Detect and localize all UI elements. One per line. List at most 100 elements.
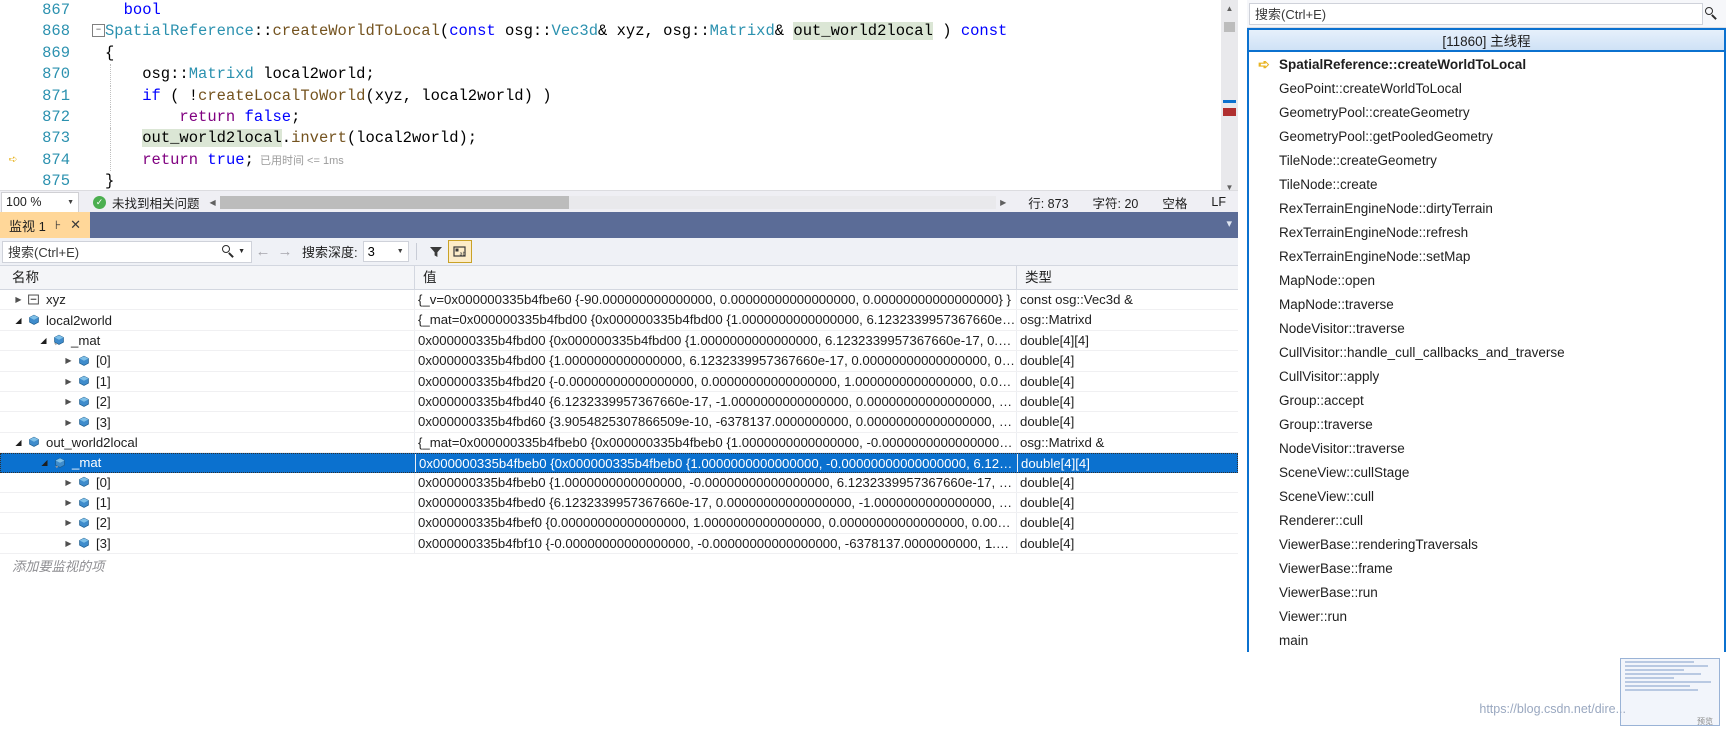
editor-horizontal-scrollbar[interactable]: ◀ ▶ (206, 195, 1011, 210)
code-line[interactable]: 870 osg::Matrixd local2world; (0, 64, 1238, 86)
expander-collapsed-icon[interactable]: ▶ (62, 356, 75, 365)
code-line[interactable]: ➪ 874 return true; 已用时间 <= 1ms (0, 149, 1238, 172)
code-line[interactable]: 868 − SpatialReference::createWorldToLocal… (0, 21, 1238, 42)
expander-collapsed-icon[interactable]: ▶ (12, 295, 25, 304)
expander-expanded-icon[interactable]: ◢ (37, 336, 50, 345)
call-stack-frame[interactable]: RexTerrainEngineNode::refresh (1247, 220, 1726, 244)
expander-collapsed-icon[interactable]: ▶ (62, 377, 75, 386)
fold-toggle-icon[interactable]: − (92, 24, 105, 38)
call-stack-frame[interactable]: ➪ SpatialReference::createWorldToLocal (1247, 52, 1726, 76)
search-depth-selector[interactable]: 3 ▼ (362, 241, 409, 262)
watch-cell-name[interactable]: ▶ [3] (0, 533, 415, 554)
code-line[interactable]: 873 out_world2local.invert(local2world); (0, 128, 1238, 150)
code-line[interactable]: 867 bool (0, 0, 1238, 21)
call-stack-frame[interactable]: TileNode::createGeometry (1247, 148, 1726, 172)
watch-row[interactable]: ◢ _mat 0x000000335b4fbd00 {0x000000335b4fb… (0, 330, 1238, 352)
column-header-value[interactable]: 值 (415, 266, 1017, 289)
hscroll-track[interactable] (219, 195, 997, 209)
expander-expanded-icon[interactable]: ◢ (12, 316, 25, 325)
watch-cell-value[interactable]: {_v=0x000000335b4fbe60 {-90.000000000000… (415, 290, 1017, 310)
scrollbar-thumb[interactable] (1224, 22, 1235, 32)
call-stack-frame[interactable]: Renderer::cull (1247, 508, 1726, 532)
watch-cell-value[interactable]: 0x000000335b4fbd60 {3.9054825307866509e-… (415, 412, 1017, 432)
watch-row[interactable]: ▶ [0] 0x000000335b4fbd00 {1.00000000000000… (0, 351, 1238, 372)
search-icon[interactable] (1705, 7, 1718, 20)
call-stack-frame[interactable]: GeoPoint::createWorldToLocal (1247, 76, 1726, 100)
call-stack-frame[interactable]: ViewerBase::frame (1247, 556, 1726, 580)
watch-cell-name[interactable]: ▶ [3] (0, 412, 415, 432)
tab-watch-1[interactable]: 监视 1 ⊦ ✕ (0, 212, 90, 238)
expander-collapsed-icon[interactable]: ▶ (62, 478, 75, 487)
expander-collapsed-icon[interactable]: ▶ (62, 518, 75, 527)
call-stack-frame[interactable]: RexTerrainEngineNode::dirtyTerrain (1247, 196, 1726, 220)
watch-row[interactable]: ▶ [3] 0x000000335b4fbf10 {-0.0000000000000… (0, 533, 1238, 555)
zoom-level-selector[interactable]: 100 % ▼ (1, 191, 79, 213)
filter-icon[interactable] (424, 240, 448, 263)
call-stack-frame[interactable]: CullVisitor::apply (1247, 364, 1726, 388)
close-icon[interactable]: ✕ (70, 217, 81, 233)
call-stack-frame[interactable]: Group::traverse (1247, 412, 1726, 436)
column-header-name[interactable]: 名称 (0, 266, 415, 289)
call-stack-search-input[interactable]: 搜索(Ctrl+E) (1249, 2, 1703, 25)
watch-cell-value[interactable]: {_mat=0x000000335b4fbeb0 {0x000000335b4f… (415, 432, 1017, 453)
call-stack-frame[interactable]: ViewerBase::run (1247, 580, 1726, 604)
watch-cell-value[interactable]: 0x000000335b4fbed0 {6.1232339957367660e-… (415, 492, 1017, 513)
watch-row[interactable]: ▶ [1] 0x000000335b4fbd20 {-0.0000000000000… (0, 371, 1238, 392)
indentation-indicator[interactable]: 空格 (1150, 193, 1199, 212)
watch-cell-value[interactable]: 0x000000335b4fbd20 {-0.00000000000000000… (415, 371, 1017, 391)
perf-tip[interactable]: 已用时间 <= 1ms (254, 155, 344, 167)
add-watch-item-row[interactable]: 添加要监视的项 (0, 554, 1238, 576)
call-stack-frame[interactable]: NodeVisitor::traverse (1247, 316, 1726, 340)
call-stack-frame[interactable]: SceneView::cullStage (1247, 460, 1726, 484)
watch-row[interactable]: ▶ xyz {_v=0x000000335b4fbe60 {-90.00000000… (0, 290, 1238, 311)
watch-row[interactable]: ▶ [3] 0x000000335b4fbd60 {3.90548253078665… (0, 412, 1238, 433)
watch-cell-name[interactable]: ▶ [1] (0, 492, 415, 513)
call-stack-frame[interactable]: main (1247, 628, 1726, 652)
watch-row[interactable]: ◢ out_world2local {_mat=0x000000335b4fbeb0… (0, 432, 1238, 454)
watch-row[interactable]: ▶ [2] 0x000000335b4fbef0 {0.00000000000000… (0, 513, 1238, 534)
column-header-type[interactable]: 类型 (1017, 266, 1238, 289)
scroll-up-icon[interactable]: ▲ (1221, 0, 1238, 17)
expander-collapsed-icon[interactable]: ▶ (62, 397, 75, 406)
code-editor[interactable]: 867 bool 868 − SpatialReference::createWorl… (0, 0, 1238, 196)
watch-cell-value[interactable]: 0x000000335b4fbd00 {0x000000335b4fbd00 {… (415, 330, 1017, 351)
watch-row[interactable]: ▶ [1] 0x000000335b4fbed0 {6.12323399573676… (0, 492, 1238, 514)
expander-collapsed-icon[interactable]: ▶ (62, 418, 75, 427)
code-line[interactable]: 871 if ( !createLocalToWorld(xyz, local2… (0, 85, 1238, 107)
editor-vertical-scrollbar[interactable]: ▲ ▼ (1221, 0, 1238, 196)
watch-cell-value[interactable]: 0x000000335b4fbeb0 {0x000000335b4fbeb0 {… (416, 454, 1018, 472)
hex-display-icon[interactable]: ab (447, 240, 472, 263)
watch-cell-name[interactable]: ▶ [2] (0, 391, 415, 412)
watch-row[interactable]: ◢ _mat 0x000000335b4fbeb0 {0x000000335b4fb… (0, 453, 1238, 473)
watch-cell-name[interactable]: ◢ local2world (0, 310, 415, 330)
search-next-icon[interactable]: → (274, 243, 296, 260)
call-stack-frame[interactable]: NodeVisitor::traverse (1247, 436, 1726, 460)
call-stack-list[interactable]: [11860] 主线程 ➪ SpatialReference::createWorl… (1247, 28, 1726, 652)
watch-cell-name[interactable]: ▶ [0] (0, 351, 415, 371)
call-stack-frame[interactable]: Group::accept (1247, 388, 1726, 412)
pin-icon[interactable]: ⊦ (55, 218, 61, 232)
search-previous-icon[interactable]: ← (252, 243, 274, 260)
call-stack-frame[interactable]: GeometryPool::createGeometry (1247, 100, 1726, 124)
watch-cell-name[interactable]: ◢ _mat (1, 454, 416, 472)
expander-expanded-icon[interactable]: ◢ (12, 438, 25, 447)
chevron-down-icon[interactable]: ▾ (1226, 217, 1232, 230)
call-stack-frame[interactable]: Viewer::run (1247, 604, 1726, 628)
call-stack-frame[interactable]: CullVisitor::handle_cull_callbacks_and_t… (1247, 340, 1726, 364)
call-stack-frame[interactable]: MapNode::open (1247, 268, 1726, 292)
call-stack-frame[interactable]: RexTerrainEngineNode::setMap (1247, 244, 1726, 268)
watch-cell-value[interactable]: {_mat=0x000000335b4fbd00 {0x000000335b4f… (415, 310, 1017, 330)
watch-cell-name[interactable]: ▶ [1] (0, 371, 415, 391)
code-lines[interactable]: 867 bool 868 − SpatialReference::createWorl… (0, 0, 1238, 193)
watch-grid-body[interactable]: ▶ xyz {_v=0x000000335b4fbe60 {-90.00000000… (0, 290, 1238, 555)
watch-cell-value[interactable]: 0x000000335b4fbd40 {6.1232339957367660e-… (415, 391, 1017, 412)
watch-cell-name[interactable]: ▶ [0] (0, 472, 415, 492)
code-line[interactable]: 869 { (0, 43, 1238, 64)
watch-row[interactable]: ◢ local2world {_mat=0x000000335b4fbd00 {0x… (0, 310, 1238, 331)
scroll-left-icon[interactable]: ◀ (206, 198, 220, 207)
call-stack-frame[interactable]: TileNode::create (1247, 172, 1726, 196)
call-stack-frame[interactable]: SceneView::cull (1247, 484, 1726, 508)
watch-cell-name[interactable]: ▶ xyz (0, 290, 415, 310)
code-line[interactable]: 872 return false; (0, 106, 1238, 129)
line-ending-indicator[interactable]: LF (1199, 195, 1238, 209)
